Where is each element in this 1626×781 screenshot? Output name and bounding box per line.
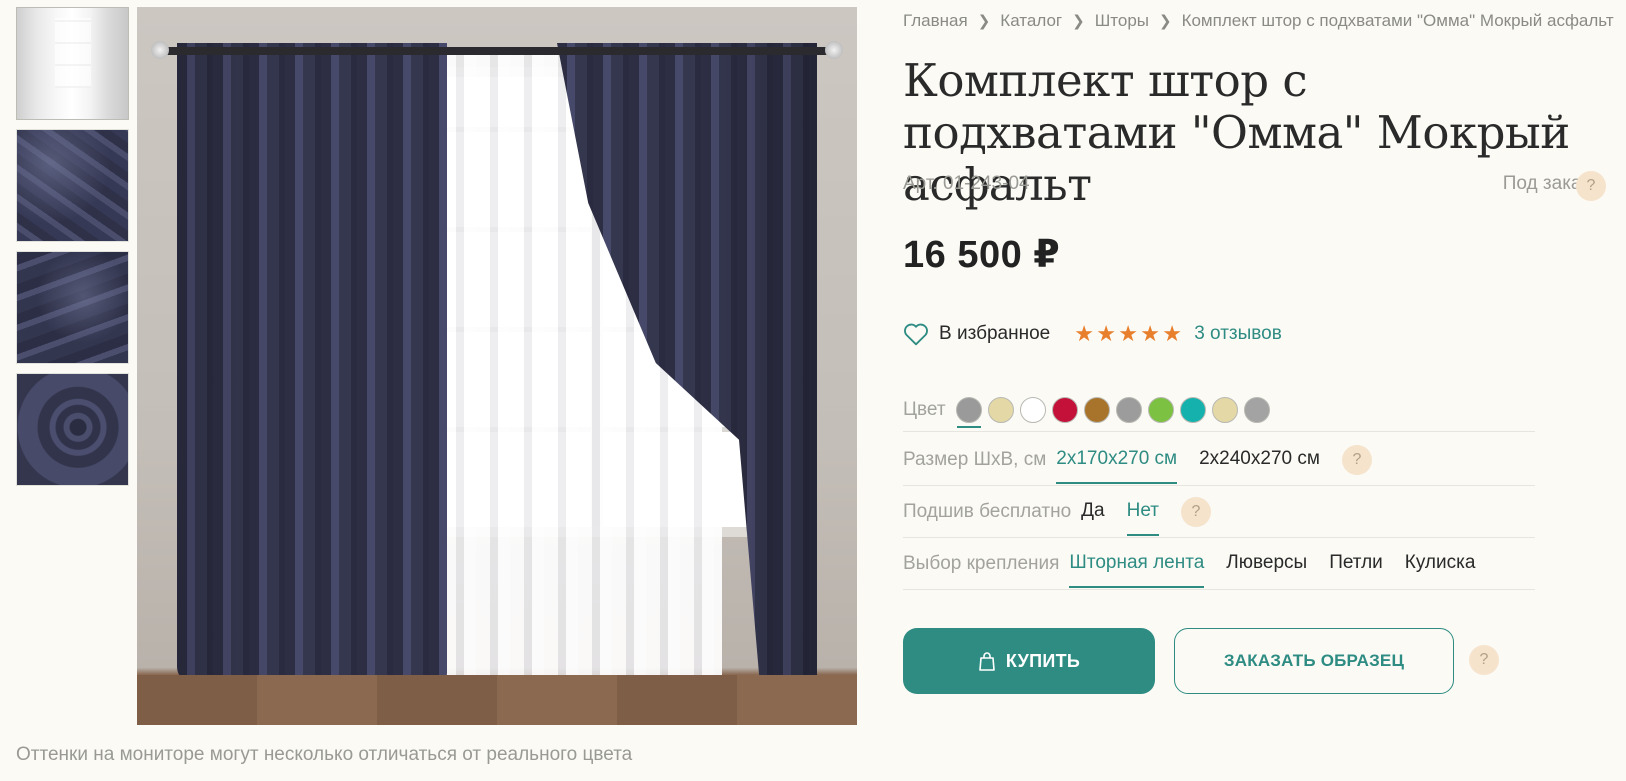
mount-option-grommets[interactable]: Люверсы xyxy=(1226,552,1307,576)
breadcrumb-home[interactable]: Главная xyxy=(903,11,968,31)
chevron-right-icon: ❯ xyxy=(1159,13,1172,30)
product-price: 16 500 ₽ xyxy=(903,234,1061,276)
chevron-right-icon: ❯ xyxy=(1072,13,1085,30)
thumbnail-list xyxy=(16,7,129,495)
option-mount-label: Выбор крепления xyxy=(903,552,1060,574)
star-icon: ★ xyxy=(1140,321,1160,346)
star-icon: ★ xyxy=(1118,321,1138,346)
thumbnail-curtain-room[interactable] xyxy=(16,7,129,120)
hem-help-icon[interactable]: ? xyxy=(1180,496,1211,527)
main-product-photo[interactable] xyxy=(137,7,857,725)
color-swatch[interactable] xyxy=(1147,396,1174,423)
size-help-icon[interactable]: ? xyxy=(1341,444,1372,475)
photo-rod-finial-left xyxy=(151,41,169,59)
heart-outline-icon xyxy=(904,323,928,346)
option-size-label: Размер ШхВ, см xyxy=(903,448,1047,470)
availability-status: Под заказ ? xyxy=(1503,171,1606,201)
size-option-170[interactable]: 2х170х270 см xyxy=(1056,448,1177,484)
star-icon: ★ xyxy=(1162,321,1182,346)
color-swatch[interactable] xyxy=(1051,396,1078,423)
option-color-label: Цвет xyxy=(903,398,946,420)
color-disclaimer: Оттенки на мониторе могут несколько отли… xyxy=(16,744,633,765)
buy-button-label: КУПИТЬ xyxy=(1005,650,1081,671)
size-option-240[interactable]: 2х240х270 см xyxy=(1199,448,1320,472)
order-sample-label: ЗАКАЗАТЬ ОБРАЗЕЦ xyxy=(1223,651,1405,670)
breadcrumb-curtains[interactable]: Шторы xyxy=(1095,11,1149,31)
photo-curtain-rod xyxy=(155,47,839,55)
shopping-bag-icon xyxy=(979,652,995,671)
star-icon: ★ xyxy=(1096,321,1116,346)
mount-option-loops[interactable]: Петли xyxy=(1329,552,1383,576)
thumbnail-fabric-2[interactable] xyxy=(16,251,129,364)
hem-option-yes[interactable]: Да xyxy=(1081,500,1104,524)
option-size: Размер ШхВ, см 2х170х270 см 2х240х270 см… xyxy=(903,434,1535,486)
hem-option-no[interactable]: Нет xyxy=(1126,500,1160,536)
favorite-label: В избранное xyxy=(939,323,1051,344)
photo-rod-finial-right xyxy=(825,41,843,59)
color-swatch[interactable] xyxy=(955,396,982,428)
color-swatch[interactable] xyxy=(1179,396,1206,423)
color-swatch[interactable] xyxy=(1019,396,1046,423)
mount-option-tape[interactable]: Шторная лента xyxy=(1069,552,1204,588)
thumbnail-fabric-1[interactable] xyxy=(16,129,129,242)
breadcrumb-current: Комплект штор с подхватами "Омма" Мокрый… xyxy=(1181,11,1614,30)
add-to-favorites-button[interactable]: В избранное xyxy=(903,322,1050,346)
photo-floor xyxy=(137,675,857,725)
option-hem-label: Подшив бесплатно xyxy=(903,500,1072,522)
photo-curtain-left xyxy=(177,43,447,683)
sample-help-icon[interactable]: ? xyxy=(1469,645,1499,675)
option-color: Цвет xyxy=(903,388,1535,432)
color-swatch[interactable] xyxy=(987,396,1014,423)
mount-option-pocket[interactable]: Кулиска xyxy=(1405,552,1476,576)
favorite-rating-row: В избранное ★ ★ ★ ★ ★ 3 отзывов xyxy=(903,322,1282,346)
color-swatches xyxy=(955,396,1270,428)
buy-button[interactable]: КУПИТЬ xyxy=(903,628,1155,694)
availability-help-icon[interactable]: ? xyxy=(1576,171,1606,201)
breadcrumb-catalog[interactable]: Каталог xyxy=(1000,11,1062,31)
rating-stars: ★ ★ ★ ★ ★ xyxy=(1074,321,1182,346)
color-swatch[interactable] xyxy=(1243,396,1270,423)
order-sample-button[interactable]: ЗАКАЗАТЬ ОБРАЗЕЦ xyxy=(1174,628,1454,694)
breadcrumb: Главная ❯ Каталог ❯ Шторы ❯ Комплект што… xyxy=(903,11,1626,31)
color-swatch[interactable] xyxy=(1115,396,1142,423)
color-swatch[interactable] xyxy=(1083,396,1110,423)
option-mount: Выбор крепления Шторная лента Люверсы Пе… xyxy=(903,538,1535,590)
reviews-link[interactable]: 3 отзывов xyxy=(1194,323,1282,345)
thumbnail-fabric-swirl[interactable] xyxy=(16,373,129,486)
chevron-right-icon: ❯ xyxy=(977,13,991,30)
product-sku: Арт. 01-243-04 xyxy=(903,173,1030,194)
color-swatch[interactable] xyxy=(1211,396,1238,423)
star-icon: ★ xyxy=(1074,321,1094,346)
option-hem: Подшив бесплатно Да Нет ? xyxy=(903,486,1535,538)
